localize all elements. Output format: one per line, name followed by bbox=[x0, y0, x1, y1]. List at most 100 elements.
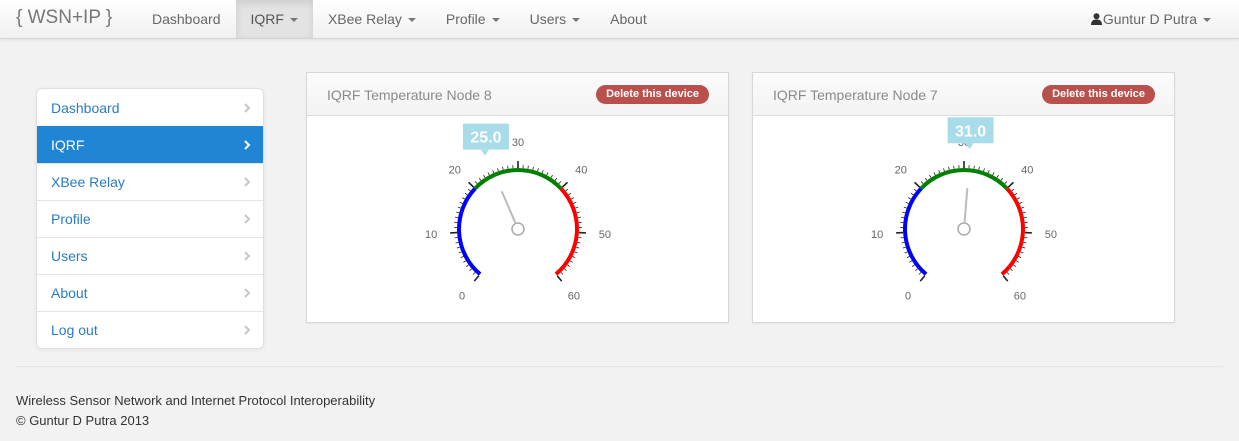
gauge-minor-tick bbox=[455, 241, 459, 244]
gauge-minor-tick bbox=[575, 206, 579, 209]
gauge-minor-tick bbox=[478, 177, 482, 181]
nav-dashboard[interactable]: Dashboard bbox=[137, 0, 236, 38]
gauge-minor-tick bbox=[463, 260, 467, 263]
gauge-minor-tick bbox=[1016, 197, 1020, 200]
gauge-minor-tick bbox=[913, 188, 917, 192]
nav-users-label: Users bbox=[529, 10, 567, 27]
chevron-right-icon bbox=[244, 102, 251, 113]
gauge-minor-tick bbox=[909, 260, 913, 263]
gauge-tick-label: 20 bbox=[449, 164, 461, 176]
gauge-tick-label: 60 bbox=[1014, 291, 1026, 303]
gauge-pivot bbox=[511, 222, 525, 236]
sidebar-item-dashboard[interactable]: Dashboard bbox=[37, 89, 263, 126]
gauge-minor-tick bbox=[918, 272, 922, 275]
gauge-minor-tick bbox=[920, 181, 924, 184]
gauge-tick-label: 0 bbox=[905, 291, 911, 303]
gauge-minor-tick bbox=[996, 174, 999, 178]
gauge-minor-tick bbox=[943, 168, 945, 172]
gauge-minor-tick bbox=[908, 197, 912, 200]
footer-description: Wireless Sensor Network and Internet Pro… bbox=[16, 393, 376, 408]
gauge-minor-tick bbox=[577, 241, 581, 244]
gauge-band bbox=[554, 187, 579, 276]
sidebar-item-label: XBee Relay bbox=[51, 174, 125, 190]
sidebar-item-profile[interactable]: Profile bbox=[37, 200, 263, 237]
gauge-minor-tick bbox=[456, 246, 460, 249]
gauge-minor-tick bbox=[573, 201, 577, 204]
gauge-minor-tick bbox=[903, 206, 907, 209]
gauge-minor-tick bbox=[915, 268, 918, 272]
temperature-gauge: 0 10 20 30 40 50 60 25.0 bbox=[425, 123, 611, 303]
gauge-minor-tick bbox=[901, 216, 905, 219]
gauge-minor-tick bbox=[464, 192, 468, 196]
gauge-needle bbox=[500, 190, 517, 223]
nav-iqrf[interactable]: IQRF bbox=[235, 0, 313, 38]
gauge-minor-tick bbox=[558, 181, 562, 184]
gauge-minor-tick bbox=[574, 251, 578, 254]
gauge-minor-tick bbox=[546, 172, 549, 176]
gauge-minor-tick bbox=[901, 241, 905, 244]
gauge-minor-tick bbox=[577, 216, 581, 219]
gauge-minor-tick bbox=[992, 172, 995, 176]
delete-device-button[interactable]: Delete this device bbox=[1042, 85, 1155, 104]
sidebar-item-log-out[interactable]: Log out bbox=[37, 311, 263, 348]
nav-dashboard-label: Dashboard bbox=[152, 10, 221, 27]
device-panel: IQRF Temperature Node 7 Delete this devi… bbox=[752, 72, 1175, 323]
gauge-value-label: 31.0 bbox=[955, 123, 986, 140]
gauge-minor-tick bbox=[462, 197, 466, 200]
sidebar-item-about[interactable]: About bbox=[37, 274, 263, 311]
gauge-minor-tick bbox=[902, 246, 906, 249]
gauge-minor-tick bbox=[1014, 192, 1018, 196]
gauge-minor-tick bbox=[1011, 188, 1015, 192]
gauge-minor-tick bbox=[565, 188, 569, 192]
temperature-gauge: 010203040506031.0 bbox=[871, 117, 1057, 303]
caret-down-icon bbox=[289, 18, 298, 22]
gauge-minor-tick bbox=[1018, 256, 1022, 259]
gauge-minor-tick bbox=[1022, 211, 1026, 214]
gauge-minor-tick bbox=[497, 168, 499, 172]
gauge-major-tick bbox=[561, 181, 569, 188]
sidebar-item-xbee-relay[interactable]: XBee Relay bbox=[37, 163, 263, 200]
gauge-minor-tick bbox=[929, 174, 932, 178]
gauge-value-label: 25.0 bbox=[470, 130, 501, 147]
gauge-minor-tick bbox=[569, 260, 573, 263]
gauge-minor-tick bbox=[483, 174, 486, 178]
gauge-minor-tick bbox=[502, 166, 504, 170]
gauge-minor-tick bbox=[1023, 241, 1027, 244]
device-title: IQRF Temperature Node 8 bbox=[327, 87, 492, 103]
delete-device-button[interactable]: Delete this device bbox=[596, 85, 709, 104]
sidebar-item-label: Users bbox=[51, 248, 88, 264]
gauge-minor-tick bbox=[457, 206, 461, 209]
gauge-major-tick bbox=[919, 275, 926, 282]
nav-about[interactable]: About bbox=[595, 0, 662, 38]
gauge-tick-label: 10 bbox=[871, 229, 883, 241]
caret-down-icon bbox=[572, 18, 581, 22]
page-footer: Wireless Sensor Network and Internet Pro… bbox=[16, 391, 375, 431]
gauge-minor-tick bbox=[1015, 260, 1019, 263]
main-nav: Dashboard IQRF XBee Relay Profile Users … bbox=[137, 0, 662, 38]
user-menu[interactable]: Guntur D Putra bbox=[1090, 0, 1211, 38]
sidebar-item-users[interactable]: Users bbox=[37, 237, 263, 274]
chevron-right-icon bbox=[244, 251, 251, 261]
gauge-minor-tick bbox=[492, 170, 495, 174]
gauge-minor-tick bbox=[1023, 216, 1027, 219]
gauge-minor-tick bbox=[1021, 206, 1025, 209]
nav-profile[interactable]: Profile bbox=[431, 0, 515, 38]
gauge-minor-tick bbox=[560, 272, 564, 275]
brand-logo[interactable]: { WSN+IP } bbox=[16, 7, 112, 29]
gauge-minor-tick bbox=[924, 177, 928, 181]
nav-xbee-relay[interactable]: XBee Relay bbox=[313, 0, 431, 38]
gauge-major-tick bbox=[467, 181, 475, 188]
device-panel: IQRF Temperature Node 8 Delete this devi… bbox=[306, 72, 729, 323]
gauge-minor-tick bbox=[938, 170, 941, 174]
gauge-minor-tick bbox=[550, 174, 553, 178]
gauge-minor-tick bbox=[472, 272, 476, 275]
sidebar-item-iqrf[interactable]: IQRF bbox=[37, 126, 263, 163]
gauge-minor-tick bbox=[948, 166, 950, 170]
gauge-minor-tick bbox=[978, 166, 980, 170]
gauge-tick-label: 10 bbox=[425, 229, 437, 241]
gauge-band bbox=[903, 187, 928, 276]
gauge-minor-tick bbox=[567, 264, 571, 267]
caret-down-icon bbox=[407, 18, 416, 22]
gauge-pivot bbox=[957, 222, 971, 236]
nav-users[interactable]: Users bbox=[515, 0, 596, 38]
